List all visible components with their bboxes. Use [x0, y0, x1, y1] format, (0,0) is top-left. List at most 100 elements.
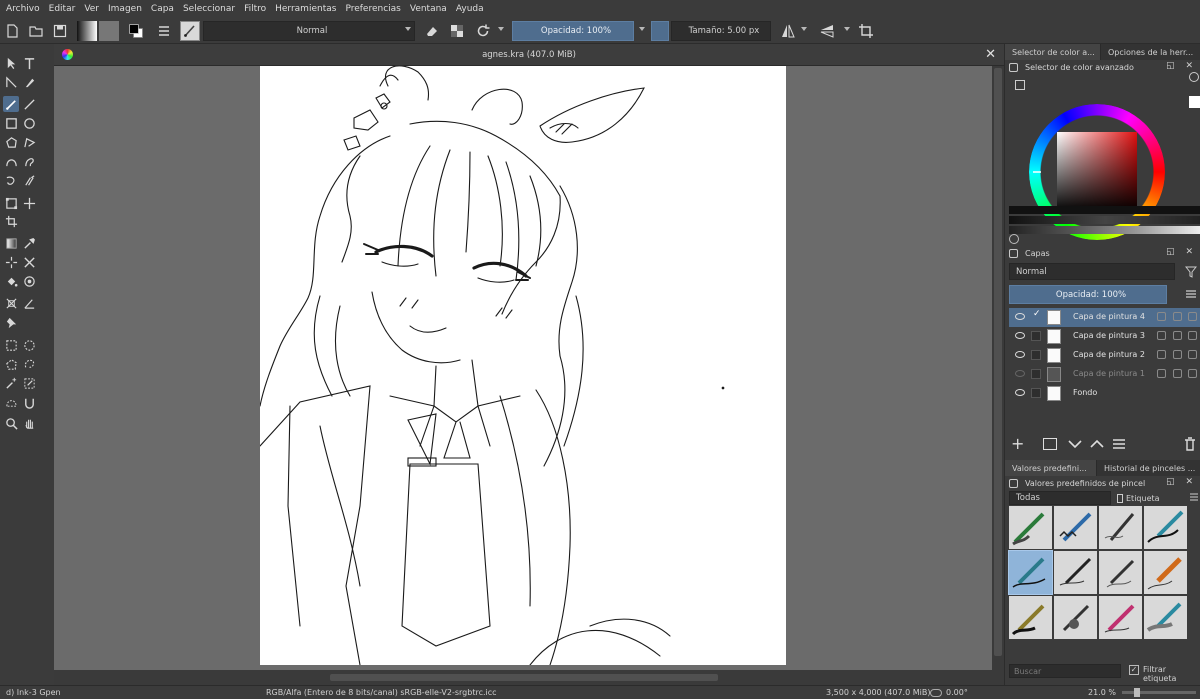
edit-shapes-icon[interactable]: [3, 74, 19, 90]
freehand-selection-icon[interactable]: [21, 356, 37, 372]
mirror-horizontal-icon[interactable]: [779, 21, 797, 41]
refresh-icon[interactable]: [1009, 234, 1019, 244]
layer-row[interactable]: Fondo: [1009, 384, 1200, 403]
brush-preset[interactable]: [1144, 596, 1187, 639]
brush-preset[interactable]: [1054, 506, 1097, 549]
zoom-slider-handle[interactable]: [1134, 688, 1140, 697]
rectangle-tool-icon[interactable]: [3, 115, 19, 131]
magnetic-selection-icon[interactable]: [21, 394, 37, 410]
crop-tool-icon[interactable]: [3, 213, 19, 229]
gradient-swatch[interactable]: [77, 21, 97, 41]
delete-layer-icon[interactable]: [1183, 436, 1197, 452]
layer-property-icons[interactable]: [1157, 350, 1197, 360]
layer-properties-icon[interactable]: [1111, 436, 1127, 452]
fg-bg-color-icon[interactable]: [126, 21, 146, 41]
lock-icon[interactable]: [1009, 479, 1018, 488]
brush-preset[interactable]: [1099, 551, 1142, 594]
select-shapes-icon[interactable]: [3, 55, 19, 71]
blend-mode-select[interactable]: Normal: [203, 21, 415, 41]
filter-icon[interactable]: [1185, 266, 1197, 278]
alpha-lock-icon[interactable]: [449, 21, 465, 41]
bg-color-swatch[interactable]: [1189, 96, 1200, 108]
color-lightness-strip[interactable]: [1009, 226, 1200, 234]
menu-preferencias[interactable]: Preferencias: [345, 4, 400, 14]
layer-row[interactable]: Capa de pintura 2: [1009, 346, 1200, 365]
layer-blend-select[interactable]: Normal: [1009, 263, 1175, 280]
layer-row[interactable]: ✓ Capa de pintura 4: [1009, 308, 1200, 327]
brush-settings-icon[interactable]: [155, 21, 173, 41]
eye-icon[interactable]: [1015, 332, 1025, 339]
brush-preset[interactable]: [1009, 506, 1052, 549]
horizontal-scrollbar-thumb[interactable]: [330, 674, 718, 681]
size-slider[interactable]: Tamaño: 5.00 px: [671, 21, 771, 41]
layer-property-icons[interactable]: [1157, 331, 1197, 341]
add-layer-icon[interactable]: +: [1011, 436, 1027, 452]
color-value-strip[interactable]: [1009, 216, 1200, 224]
close-document-icon[interactable]: ✕: [985, 47, 996, 62]
assistant-tool-icon[interactable]: [21, 254, 37, 270]
fill-tool-icon[interactable]: [3, 273, 19, 289]
tab-brush-history[interactable]: Historial de pinceles ...: [1097, 460, 1200, 476]
brush-preset[interactable]: [1099, 506, 1142, 549]
menu-imagen[interactable]: Imagen: [108, 4, 142, 14]
brush-category-select[interactable]: Todas: [1009, 491, 1111, 505]
layer-name[interactable]: Capa de pintura 1: [1073, 369, 1145, 378]
layer-menu-icon[interactable]: [1185, 288, 1197, 300]
layer-property-icons[interactable]: [1157, 369, 1197, 379]
similar-selection-icon[interactable]: [21, 375, 37, 391]
brush-preset[interactable]: [1054, 551, 1097, 594]
color-picker-icon[interactable]: [21, 235, 37, 251]
layer-checkbox[interactable]: [1031, 350, 1041, 360]
float-close-icon[interactable]: ◱ ✕: [1166, 61, 1197, 71]
layer-row[interactable]: Capa de pintura 1: [1009, 365, 1200, 384]
brush-search-input[interactable]: Buscar: [1009, 664, 1121, 678]
move-layer-down-icon[interactable]: [1067, 436, 1083, 452]
eye-icon[interactable]: [1015, 351, 1025, 358]
smart-patch-icon[interactable]: [3, 254, 19, 270]
pan-tool-icon[interactable]: [21, 415, 37, 431]
layer-checkbox[interactable]: [1031, 388, 1041, 398]
float-close-icon[interactable]: ◱ ✕: [1166, 477, 1197, 487]
menu-seleccionar[interactable]: Seleccionar: [183, 4, 235, 14]
brush-preset-icon[interactable]: [180, 21, 200, 41]
eraser-icon[interactable]: [424, 21, 440, 41]
eye-icon[interactable]: [1015, 389, 1025, 396]
canvas-paper[interactable]: [260, 66, 786, 665]
move-layer-up-icon[interactable]: [1089, 436, 1105, 452]
reload-preset-icon[interactable]: [475, 21, 491, 41]
rect-selection-icon[interactable]: [3, 337, 19, 353]
brush-menu-icon[interactable]: [1189, 492, 1199, 502]
menu-herramientas[interactable]: Herramientas: [275, 4, 336, 14]
checkmark-icon[interactable]: ✓: [1033, 309, 1041, 319]
horizontal-scrollbar[interactable]: [54, 670, 992, 685]
reference-pin-icon[interactable]: [3, 314, 19, 330]
layer-checkbox[interactable]: [1031, 369, 1041, 379]
brush-preset[interactable]: [1099, 596, 1142, 639]
vertical-scrollbar[interactable]: [992, 66, 1004, 670]
clear-color-icon[interactable]: [1189, 72, 1199, 82]
calligraphy-icon[interactable]: [21, 74, 37, 90]
tab-brush-presets[interactable]: Valores predefini...: [1005, 460, 1097, 476]
brush-preset[interactable]: [1144, 551, 1187, 594]
brush-preset[interactable]: [1054, 596, 1097, 639]
save-icon[interactable]: [52, 21, 68, 41]
tag-selector[interactable]: Etiqueta: [1117, 491, 1187, 505]
tab-tool-options[interactable]: Opciones de la herr...: [1101, 44, 1200, 60]
polygon-selection-icon[interactable]: [3, 356, 19, 372]
dynamic-brush-icon[interactable]: [3, 172, 19, 188]
multibrush-icon[interactable]: [21, 172, 37, 188]
color-history-strip[interactable]: [1009, 206, 1200, 214]
polyline-tool-icon[interactable]: [21, 134, 37, 150]
menu-filtro[interactable]: Filtro: [244, 4, 266, 14]
float-close-icon[interactable]: ◱ ✕: [1166, 247, 1197, 257]
measure-tool-icon[interactable]: [3, 295, 19, 311]
zoom-tool-icon[interactable]: [3, 415, 19, 431]
tab-color-selector[interactable]: Selector de color a...: [1005, 44, 1101, 60]
layer-opacity-slider[interactable]: Opacidad: 100%: [1009, 285, 1167, 304]
eye-closed-icon[interactable]: [1015, 370, 1025, 377]
layer-checkbox[interactable]: [1031, 331, 1041, 341]
new-document-icon[interactable]: [4, 21, 20, 41]
size-swatch[interactable]: [651, 21, 669, 41]
transform-tool-icon[interactable]: [3, 195, 19, 211]
eye-icon[interactable]: [1015, 313, 1025, 320]
